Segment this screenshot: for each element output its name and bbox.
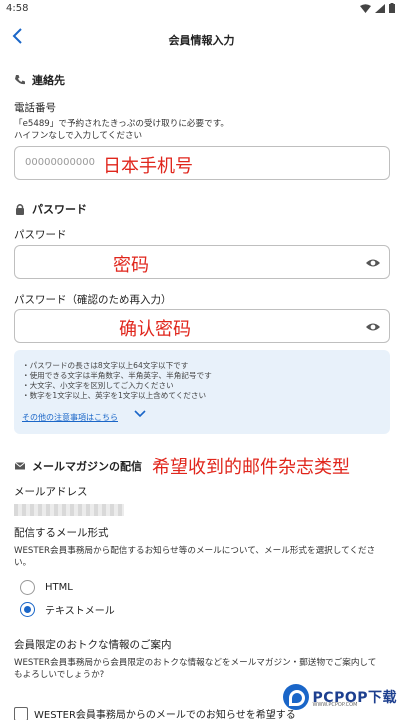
password-label: パスワード [14, 229, 67, 241]
password-input[interactable]: 密码 [14, 245, 390, 279]
radio-option-text[interactable]: テキストメール [20, 602, 115, 617]
email-address-value-redacted [14, 504, 124, 516]
mail-consent-label: WESTER会員事務局からのメールでのお知らせを希望する [34, 710, 296, 720]
contact-section-heading: 連絡先 [14, 72, 65, 88]
password-rules-list: ・パスワードの長さは8文字以上64文字以下です ・使用できる文字は半角数字、半角… [22, 361, 212, 401]
phone-placeholder: 00000000000 [25, 157, 95, 168]
password-rule: ・パスワードの長さは8文字以上64文字以下です [22, 361, 189, 370]
wifi-icon [360, 3, 371, 13]
password-rule: ・大文字、小文字を区別してご入力ください [22, 381, 174, 390]
show-password-icon[interactable] [365, 255, 381, 271]
phone-annotation: 日本手机号 [103, 156, 193, 177]
battery-icon [389, 3, 395, 13]
confirm-password-label: パスワード（確認のため再入力） [14, 294, 172, 306]
mail-annotation: 希望收到的邮件杂志类型 [152, 457, 350, 478]
page-title: 会員情報入力 [168, 34, 235, 47]
contact-heading-text: 連絡先 [32, 74, 65, 87]
status-time: 4:58 [6, 3, 29, 14]
password-annotation: 密码 [113, 255, 149, 276]
phone-label: 電話番号 [14, 102, 56, 114]
password-rules-box: ・パスワードの長さは8文字以上64文字以下です ・使用できる文字は半角数字、半角… [14, 350, 390, 434]
show-confirm-password-icon[interactable] [365, 319, 381, 335]
watermark-logo [282, 684, 309, 710]
password-heading-text: パスワード [32, 203, 87, 216]
other-notes-link[interactable]: その他の注意事項はこちら [22, 412, 118, 423]
mail-section-heading: メールマガジンの配信 [14, 458, 142, 474]
chevron-down-icon[interactable] [134, 410, 146, 418]
mail-consent-checkbox[interactable] [14, 706, 28, 720]
radio-option-html[interactable]: HTML [20, 580, 73, 595]
members-info-desc-2: もよろしいでしょうか? [14, 670, 105, 680]
email-address-label: メールアドレス [14, 486, 88, 498]
watermark-subtext: WWW.PCPOP.COM [312, 702, 358, 708]
mail-format-desc: WESTER会員事務局から配信するお知らせ等のメールについて、メール形式を選択し… [14, 546, 376, 568]
confirm-password-annotation: 确认密码 [119, 319, 191, 340]
radio-text-label: テキストメール [45, 606, 115, 617]
status-bar: 4:58 [0, 0, 403, 18]
app-header: 会員情報入力 [0, 22, 403, 56]
watermark: PCPOP下载 WWW.PCPOP.COM [282, 684, 397, 710]
password-section-heading: パスワード [14, 201, 87, 217]
status-icons [360, 3, 395, 13]
mail-icon [14, 462, 26, 470]
signal-icon [375, 3, 385, 13]
password-rule: ・数字を1文字以上、英字を1文字以上含めてください [22, 391, 207, 400]
mail-consent-row[interactable]: WESTER会員事務局からのメールでのお知らせを希望する [14, 706, 296, 720]
phone-desc-2: ハイフンなしで入力してください [14, 131, 143, 141]
members-info-desc-1: WESTER会員事務局から会員限定のおトクな情報などをメールマガジン・郵送物でご… [14, 658, 377, 668]
radio-text[interactable] [20, 602, 35, 617]
mail-heading-text: メールマガジンの配信 [32, 460, 142, 473]
confirm-password-input[interactable]: 确认密码 [14, 309, 390, 343]
members-info-label: 会員限定のおトクな情報のご案内 [14, 639, 172, 651]
phone-desc-1: 「e5489」で予約されたきっぷの受け取りに必要です。 [14, 119, 230, 129]
mail-format-label: 配信するメール形式 [14, 527, 109, 539]
phone-icon [15, 75, 25, 85]
radio-html-label: HTML [45, 582, 73, 593]
password-rule: ・使用できる文字は半角数字、半角英字、半角記号です [22, 371, 212, 380]
radio-html[interactable] [20, 580, 35, 595]
lock-icon [16, 204, 24, 215]
phone-input[interactable]: 00000000000 日本手机号 [14, 146, 390, 180]
